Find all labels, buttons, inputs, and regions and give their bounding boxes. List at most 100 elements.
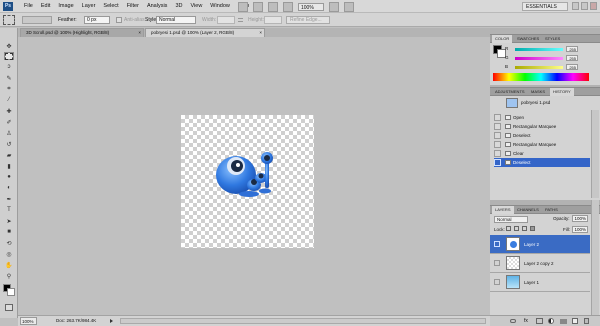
refine-edge-button[interactable]: Refine Edge... xyxy=(286,16,330,24)
layers-scrollbar[interactable] xyxy=(591,200,599,315)
history-item-selected[interactable]: Deselect xyxy=(494,158,590,167)
channel-g-slider[interactable] xyxy=(515,57,563,60)
tab-close-icon[interactable]: × xyxy=(138,29,141,37)
3d-rotate-tool-icon[interactable]: ⟲ xyxy=(4,239,14,247)
blend-mode-select[interactable]: Normal xyxy=(494,216,528,223)
marquee-tool-preset-icon[interactable] xyxy=(3,15,15,25)
tab-channels[interactable]: CHANNELS xyxy=(514,206,542,214)
link-layers-icon[interactable] xyxy=(510,319,516,323)
blur-tool-icon[interactable]: ● xyxy=(4,173,14,181)
layer-row-selected[interactable]: Layer 2 xyxy=(490,235,590,254)
channel-b-value[interactable]: 255 xyxy=(566,64,578,70)
fill-input[interactable]: 100% xyxy=(572,226,588,233)
tab-color[interactable]: COLOR xyxy=(492,35,513,43)
tab-styles[interactable]: STYLES xyxy=(542,35,563,43)
zoom-tool-icon[interactable] xyxy=(283,2,293,12)
history-item[interactable]: Rectangular Marquee xyxy=(494,122,590,131)
menu-view[interactable]: View xyxy=(186,0,206,13)
dodge-tool-icon[interactable]: ◐ xyxy=(4,184,14,192)
lock-position-icon[interactable] xyxy=(522,226,527,231)
tab-paths[interactable]: PATHS xyxy=(542,206,561,214)
history-item[interactable]: Deselect xyxy=(494,131,590,140)
swap-icon[interactable] xyxy=(238,18,243,22)
tab-3d-scroll[interactable]: 3D Scroll.psd @ 100% (Highlight, RGB/8) … xyxy=(20,28,144,37)
new-layer-icon[interactable] xyxy=(572,318,578,324)
horizontal-scrollbar[interactable] xyxy=(120,318,486,324)
width-input[interactable] xyxy=(217,16,235,24)
adjustment-layer-icon[interactable] xyxy=(548,318,554,324)
history-item[interactable]: Clear xyxy=(494,149,590,158)
menu-filter[interactable]: Filter xyxy=(123,0,143,13)
tab-masks[interactable]: MASKS xyxy=(528,88,548,96)
opacity-input[interactable]: 100% xyxy=(572,215,588,222)
workspace-switcher[interactable]: ESSENTIALS xyxy=(522,2,568,11)
tab-close-icon[interactable]: × xyxy=(259,29,262,37)
visibility-box[interactable] xyxy=(494,260,500,266)
tab-swatches[interactable]: SWATCHES xyxy=(514,35,542,43)
menu-select[interactable]: Select xyxy=(99,0,122,13)
menu-file[interactable]: File xyxy=(20,0,37,13)
tab-history[interactable]: HISTORY xyxy=(550,88,574,96)
color-spectrum-bar[interactable] xyxy=(493,73,589,81)
eye-icon[interactable] xyxy=(494,241,500,247)
clone-stamp-tool-icon[interactable]: ♙ xyxy=(4,129,14,137)
channel-r-slider[interactable] xyxy=(515,48,563,51)
mini-bridge-icon[interactable] xyxy=(253,2,263,12)
selection-mode-icons[interactable] xyxy=(22,16,52,24)
gradient-tool-icon[interactable]: ▮ xyxy=(4,162,14,170)
menu-window[interactable]: Window xyxy=(206,0,234,13)
path-selection-tool-icon[interactable]: ➤ xyxy=(4,217,14,225)
maximize-button[interactable] xyxy=(581,2,588,10)
screen-mode-icon[interactable] xyxy=(344,2,354,12)
quick-mask-icon[interactable] xyxy=(5,304,13,311)
zoom-level-select[interactable]: 100% xyxy=(298,3,324,11)
layer-name[interactable]: Layer 2 copy 2 xyxy=(524,254,554,273)
menu-image[interactable]: Image xyxy=(54,0,77,13)
menu-3d[interactable]: 3D xyxy=(171,0,186,13)
visibility-box[interactable] xyxy=(494,279,500,285)
close-button[interactable] xyxy=(590,2,597,10)
history-snapshot-name[interactable]: pobryesi 1.psd xyxy=(521,100,550,105)
lock-all-icon[interactable] xyxy=(530,226,535,231)
antialias-checkbox[interactable] xyxy=(116,17,122,23)
document-canvas[interactable] xyxy=(181,115,314,248)
tab-layers[interactable]: LAYERS xyxy=(492,206,514,214)
status-zoom[interactable]: 100% xyxy=(20,317,37,325)
shape-tool-icon[interactable]: ■ xyxy=(4,228,14,236)
channel-r-value[interactable]: 255 xyxy=(566,46,578,52)
background-color-swatch[interactable] xyxy=(7,288,15,296)
history-snapshot-thumb[interactable] xyxy=(506,98,518,108)
layer-style-icon[interactable]: fx xyxy=(524,318,528,324)
feather-input[interactable]: 0 px xyxy=(84,16,110,24)
eyedropper-tool-icon[interactable]: ⁄ xyxy=(4,96,14,104)
tab-pobryesi[interactable]: pobryesi 1.psd @ 100% (Layer 2, RGB/8) × xyxy=(145,28,265,37)
history-item[interactable]: Rectangular Marquee xyxy=(494,140,590,149)
lock-transparency-icon[interactable] xyxy=(506,226,511,231)
menu-layer[interactable]: Layer xyxy=(78,0,100,13)
bridge-icon[interactable] xyxy=(238,2,248,12)
tab-adjustments[interactable]: ADJUSTMENTS xyxy=(492,88,528,96)
layer-row[interactable]: Layer 2 copy 2 xyxy=(490,254,590,273)
quick-selection-tool-icon[interactable]: ✎ xyxy=(4,74,14,82)
status-menu-arrow-icon[interactable] xyxy=(110,319,113,323)
channel-b-slider[interactable] xyxy=(515,66,563,69)
add-mask-icon[interactable] xyxy=(536,318,543,324)
layer-name[interactable]: Layer 2 xyxy=(524,235,539,254)
healing-brush-tool-icon[interactable]: ✚ xyxy=(4,107,14,115)
eraser-tool-icon[interactable]: ▰ xyxy=(4,151,14,159)
crop-tool-icon[interactable]: ⌗ xyxy=(4,85,14,93)
layer-name[interactable]: Layer 1 xyxy=(524,273,539,292)
lock-image-icon[interactable] xyxy=(514,226,519,231)
arrange-documents-icon[interactable] xyxy=(329,2,339,12)
style-select[interactable]: Normal xyxy=(156,16,196,24)
brush-tool-icon[interactable]: ✐ xyxy=(4,118,14,126)
height-input[interactable] xyxy=(264,16,282,24)
menu-analysis[interactable]: Analysis xyxy=(143,0,171,13)
history-item[interactable]: Open xyxy=(494,113,590,122)
zoom-tool-icon[interactable]: ⚲ xyxy=(4,272,14,280)
pen-tool-icon[interactable]: ✒ xyxy=(4,195,14,203)
layer-row[interactable]: Layer 1 xyxy=(490,273,590,292)
3d-orbit-tool-icon[interactable]: ◎ xyxy=(4,250,14,258)
type-tool-icon[interactable]: T xyxy=(4,206,14,214)
history-scrollbar[interactable] xyxy=(591,110,599,198)
